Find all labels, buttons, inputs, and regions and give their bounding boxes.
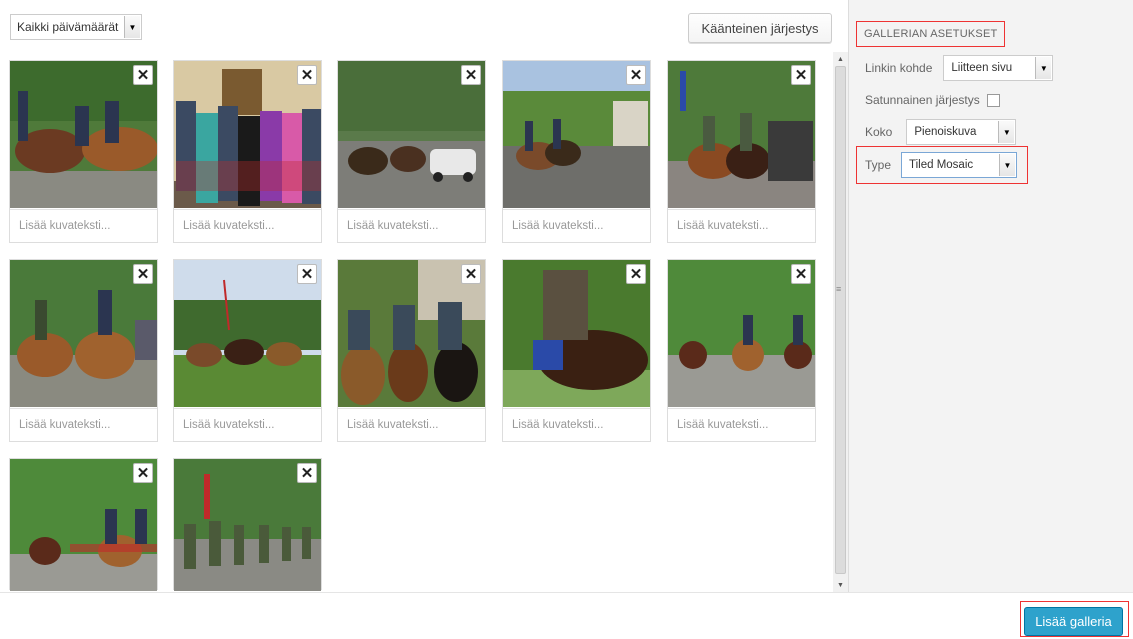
date-filter-select[interactable]: Kaikki päivämäärät ▼ xyxy=(10,14,142,40)
gallery-item[interactable]: ✕ Lisää kuvateksti... xyxy=(502,60,651,243)
caption-input[interactable]: Lisää kuvateksti... xyxy=(668,209,815,242)
footer-toolbar xyxy=(0,592,1133,639)
remove-icon[interactable]: ✕ xyxy=(791,65,811,85)
link-to-row: Linkin kohde Liitteen sivu ▼ xyxy=(865,55,1054,81)
remove-icon[interactable]: ✕ xyxy=(297,264,317,284)
caption-input[interactable]: Lisää kuvateksti... xyxy=(10,408,157,441)
remove-icon[interactable]: ✕ xyxy=(133,65,153,85)
size-label: Koko xyxy=(865,125,893,139)
caption-input[interactable]: Lisää kuvateksti... xyxy=(174,209,321,242)
gallery-item[interactable]: ✕ Lisää kuvateksti... xyxy=(9,259,158,442)
scroll-up-icon[interactable]: ▲ xyxy=(833,52,848,66)
scroll-down-icon[interactable]: ▼ xyxy=(833,578,848,592)
chevron-down-icon: ▼ xyxy=(1035,57,1052,79)
settings-title: GALLERIAN ASETUKSET xyxy=(856,21,1006,47)
caption-input[interactable]: Lisää kuvateksti... xyxy=(338,408,485,441)
remove-icon[interactable]: ✕ xyxy=(461,264,481,284)
gallery-item[interactable]: ✕ Lisää kuvateksti... xyxy=(337,60,486,243)
gallery-edit-panel: Kaikki päivämäärät ▼ Käänteinen järjesty… xyxy=(0,0,848,592)
remove-icon[interactable]: ✕ xyxy=(133,264,153,284)
reverse-order-button[interactable]: Käänteinen järjestys xyxy=(688,13,832,43)
size-row: Koko Pienoiskuva ▼ xyxy=(865,119,1017,145)
gallery-scrollbar[interactable]: ▲ ≡ ▼ xyxy=(833,52,848,592)
caption-input[interactable]: Lisää kuvateksti... xyxy=(503,209,650,242)
type-select[interactable]: Tiled Mosaic ▼ xyxy=(901,152,1018,178)
gallery-settings-sidebar xyxy=(848,0,1133,592)
gallery-item[interactable]: ✕ Lisää kuvateksti... xyxy=(502,259,651,442)
date-filter-value: Kaikki päivämäärät xyxy=(17,20,119,34)
scrollbar-thumb[interactable] xyxy=(835,66,846,574)
caption-input[interactable]: Lisää kuvateksti... xyxy=(338,209,485,242)
gallery-item[interactable]: ✕ Lisää kuvateksti... xyxy=(173,60,322,243)
type-label: Type xyxy=(865,158,892,172)
remove-icon[interactable]: ✕ xyxy=(297,65,317,85)
chevron-down-icon: ▼ xyxy=(998,121,1015,143)
gallery-item[interactable]: ✕ Lisää kuvateksti... xyxy=(337,259,486,442)
size-value: Pienoiskuva xyxy=(914,126,977,138)
type-row: Type Tiled Mosaic ▼ xyxy=(865,152,1018,178)
caption-input[interactable]: Lisää kuvateksti... xyxy=(503,408,650,441)
chevron-down-icon: ▼ xyxy=(124,16,140,38)
caption-input[interactable]: Lisää kuvateksti... xyxy=(174,408,321,441)
type-value: Tiled Mosaic xyxy=(909,159,974,171)
random-order-label: Satunnainen järjestys xyxy=(865,93,980,107)
caption-input[interactable]: Lisää kuvateksti... xyxy=(10,209,157,242)
gallery-item[interactable]: ✕ Lisää kuvateksti... xyxy=(667,259,816,442)
link-to-select[interactable]: Liitteen sivu ▼ xyxy=(943,55,1054,81)
caption-input[interactable]: Lisää kuvateksti... xyxy=(668,408,815,441)
chevron-down-icon: ▼ xyxy=(999,154,1016,176)
gallery-item[interactable]: ✕ Lisää kuvateksti... xyxy=(9,60,158,243)
link-to-label: Linkin kohde xyxy=(865,61,933,75)
remove-icon[interactable]: ✕ xyxy=(626,264,646,284)
size-select[interactable]: Pienoiskuva ▼ xyxy=(906,119,1017,145)
add-gallery-button[interactable]: Lisää galleria xyxy=(1024,607,1123,636)
remove-icon[interactable]: ✕ xyxy=(297,463,317,483)
grip-icon: ≡ xyxy=(836,284,842,294)
gallery-item[interactable]: ✕ Lisää kuvateksti... xyxy=(667,60,816,243)
gallery-item[interactable]: ✕ xyxy=(9,458,158,591)
gallery-item[interactable]: ✕ xyxy=(173,458,322,591)
link-to-value: Liitteen sivu xyxy=(951,62,1013,74)
random-order-checkbox[interactable] xyxy=(986,93,1000,107)
remove-icon[interactable]: ✕ xyxy=(791,264,811,284)
remove-icon[interactable]: ✕ xyxy=(461,65,481,85)
remove-icon[interactable]: ✕ xyxy=(133,463,153,483)
remove-icon[interactable]: ✕ xyxy=(626,65,646,85)
gallery-item[interactable]: ✕ Lisää kuvateksti... xyxy=(173,259,322,442)
random-order-row: Satunnainen järjestys xyxy=(865,93,1000,107)
